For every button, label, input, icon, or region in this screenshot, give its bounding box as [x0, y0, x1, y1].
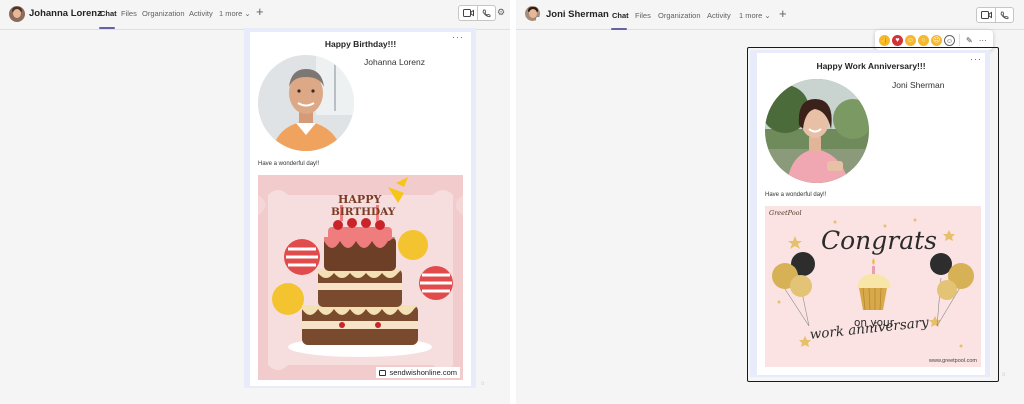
sendwish-watermark: sendwishonline.com: [376, 367, 460, 378]
edit-icon[interactable]: ✎: [964, 36, 975, 45]
surprised-reaction[interactable]: ○: [918, 34, 929, 46]
avatar[interactable]: [9, 6, 25, 22]
birthday-cake-image: HAPPY BIRTHDAY sendwishonline.com: [258, 175, 463, 380]
person-name: Joni Sherman: [892, 80, 945, 90]
call-buttons: [458, 5, 496, 21]
audio-call-icon[interactable]: [995, 8, 1013, 22]
tab-more[interactable]: 1 more ⌄: [219, 9, 251, 18]
more-options-icon[interactable]: ···: [452, 32, 464, 42]
plus-icon[interactable]: +: [256, 5, 264, 18]
chat-pane-johanna: Johanna Lorenz Chat Files Organization A…: [0, 0, 510, 404]
chat-header: Joni Sherman Chat Files Organization Act…: [516, 0, 1024, 30]
tab-files[interactable]: Files: [635, 11, 651, 20]
tab-chat[interactable]: Chat: [100, 9, 117, 18]
seen-icon: ◌: [481, 381, 485, 387]
audio-call-icon[interactable]: [477, 6, 495, 20]
call-buttons: [976, 7, 1014, 23]
contact-name[interactable]: Johanna Lorenz: [29, 8, 102, 19]
video-call-icon[interactable]: [459, 6, 477, 20]
presence-icon: [535, 16, 540, 21]
avatar[interactable]: [525, 6, 540, 21]
tab-activity[interactable]: Activity: [189, 9, 213, 18]
sad-reaction[interactable]: ☹: [931, 34, 942, 46]
people-settings-icon[interactable]: ⚙: [497, 7, 505, 18]
heart-reaction[interactable]: ♥: [892, 34, 903, 46]
greetpool-brand: GreetPool: [769, 209, 802, 217]
camera-icon: [379, 369, 387, 376]
card-title: Happy Birthday!!!: [324, 39, 397, 49]
like-reaction[interactable]: 👍: [879, 34, 890, 46]
contact-name[interactable]: Joni Sherman: [546, 9, 609, 20]
more-options-icon[interactable]: ···: [977, 36, 989, 45]
profile-photo: [765, 79, 869, 183]
laugh-reaction[interactable]: ☺: [905, 34, 916, 46]
tab-files[interactable]: Files: [121, 9, 137, 18]
chat-pane-joni: Joni Sherman Chat Files Organization Act…: [516, 0, 1024, 404]
congrats-headline: Congrats: [821, 226, 938, 255]
cake-headline-1: HAPPY: [338, 193, 382, 206]
card-message: Have a wonderful day!!: [765, 192, 827, 198]
chat-header: Johanna Lorenz Chat Files Organization A…: [0, 0, 510, 30]
emoji-picker-icon[interactable]: ☺: [944, 34, 955, 46]
tab-activity[interactable]: Activity: [707, 11, 731, 20]
tab-organization[interactable]: Organization: [658, 11, 701, 20]
cake-headline-2: BIRTHDAY: [331, 206, 396, 218]
tab-more[interactable]: 1 more ⌄: [739, 11, 771, 20]
watermark-text: sendwishonline.com: [389, 368, 457, 377]
anniversary-card: Happy Work Anniversary!!! ··· Joni Sherm…: [757, 53, 985, 375]
seen-icon: ◌: [1002, 372, 1006, 378]
birthday-card: Happy Birthday!!! ··· Johanna Lorenz Hav…: [250, 32, 471, 386]
video-call-icon[interactable]: [977, 8, 995, 22]
greetpool-watermark: www.greetpool.com: [929, 358, 977, 364]
tab-organization[interactable]: Organization: [142, 9, 185, 18]
card-title: Happy Work Anniversary!!!: [816, 61, 926, 71]
tab-chat[interactable]: Chat: [612, 11, 629, 20]
anniversary-image: GreetPool Congrats on your work annivers…: [765, 206, 981, 367]
tab-chat-indicator: [611, 28, 627, 30]
profile-photo: [258, 55, 354, 151]
tab-chat-indicator: [99, 27, 115, 29]
card-message: Have a wonderful day!!: [258, 161, 320, 167]
more-options-icon[interactable]: ···: [970, 54, 982, 64]
plus-icon[interactable]: +: [779, 7, 787, 20]
person-name: Johanna Lorenz: [364, 57, 425, 67]
divider: [959, 34, 960, 46]
